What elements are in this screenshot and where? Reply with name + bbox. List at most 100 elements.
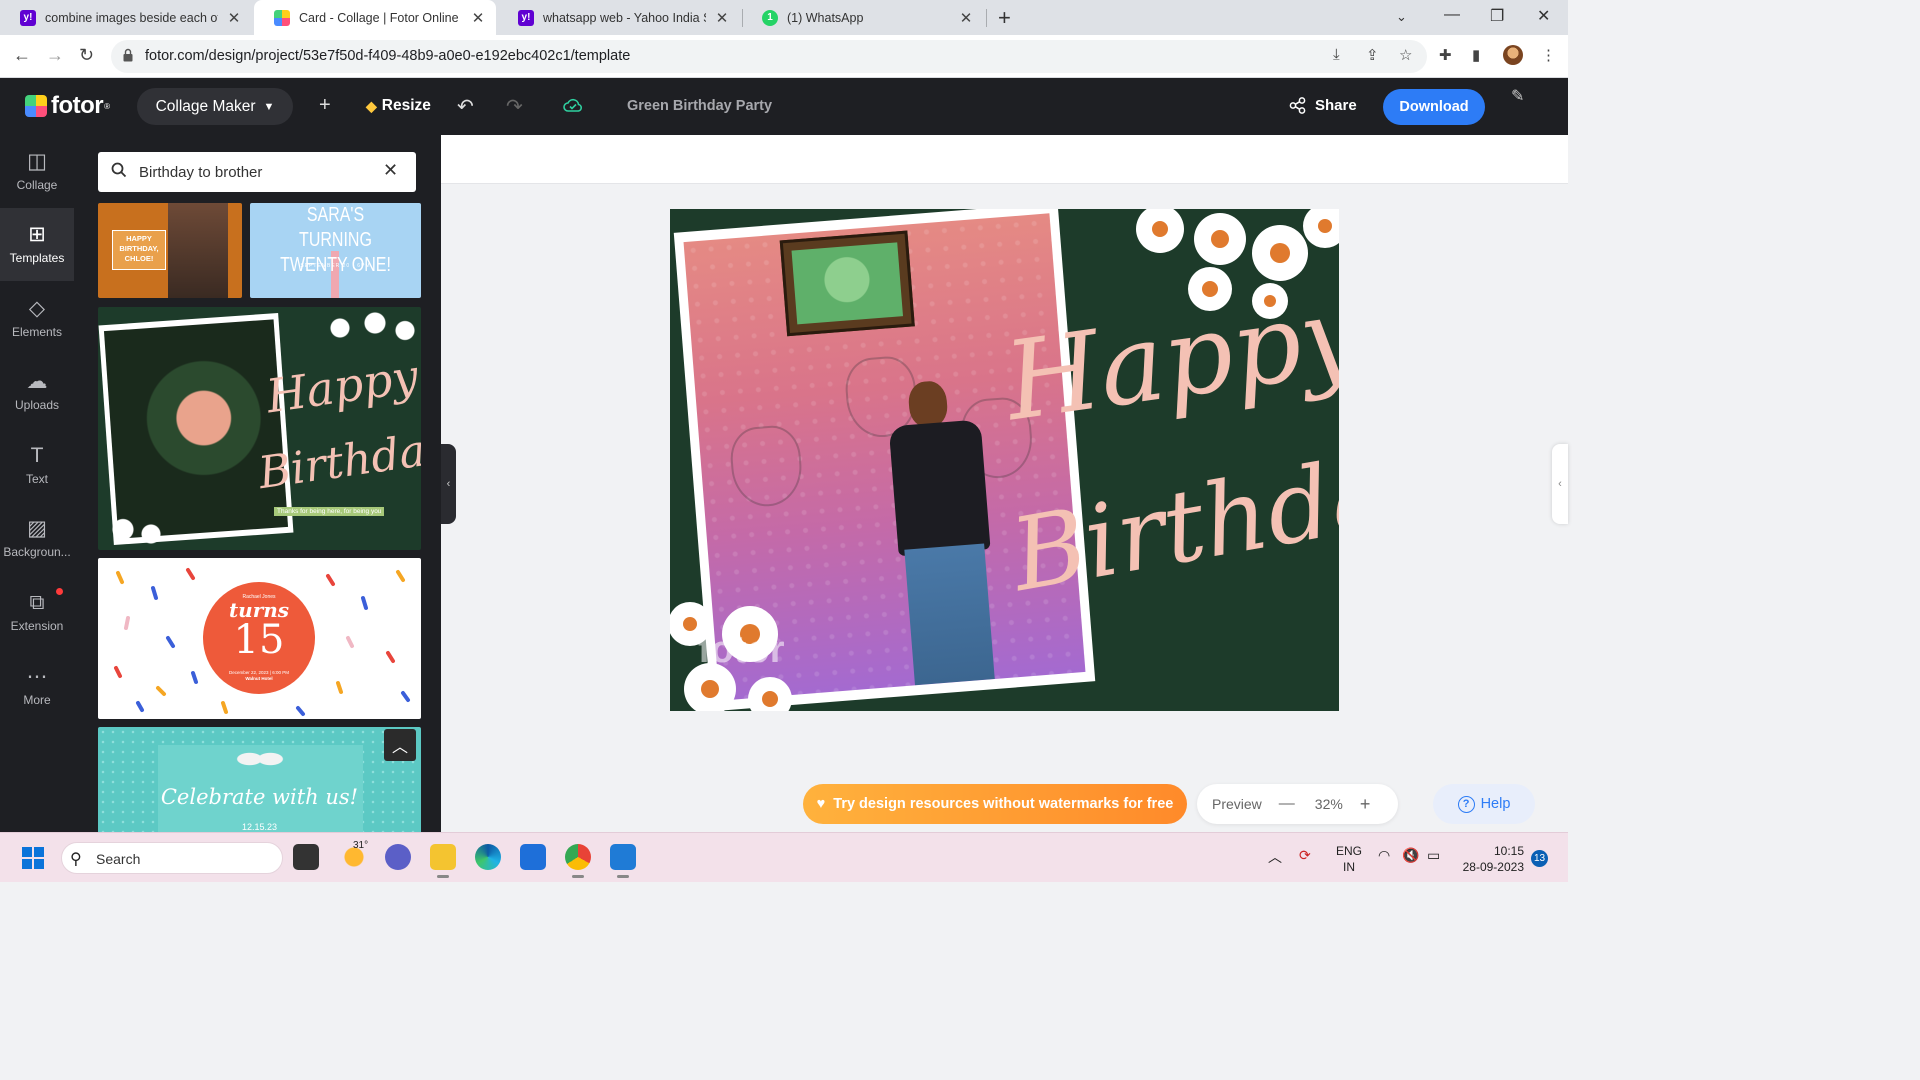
- rail-item-extension[interactable]: ⧉ Extension: [0, 576, 74, 649]
- resize-button[interactable]: ◆ Resize: [366, 97, 431, 115]
- edit-pen-icon[interactable]: ✎: [1511, 86, 1524, 106]
- bookmark-star-icon[interactable]: ☆: [1399, 46, 1412, 64]
- template-date: December 22, 2023 | 6:00 PM: [229, 670, 289, 675]
- share-page-icon[interactable]: ⇪: [1366, 46, 1379, 64]
- battery-icon[interactable]: ▭: [1427, 847, 1440, 864]
- sync-icon[interactable]: ⟳: [1299, 847, 1311, 864]
- add-icon[interactable]: +: [319, 94, 331, 117]
- template-thumbnail[interactable]: HAPPY BIRTHDAY, CHLOE!: [98, 203, 242, 298]
- redo-icon[interactable]: ↷: [506, 94, 523, 119]
- taskbar-search[interactable]: ⚲ Search: [61, 842, 283, 874]
- zoom-controls: Preview — 32% +: [1197, 784, 1398, 824]
- templates-icon: ⊞: [28, 223, 46, 246]
- zoom-out-icon[interactable]: —: [1279, 795, 1295, 813]
- close-tab-icon[interactable]: ✕: [714, 9, 730, 27]
- tab-separator: [986, 9, 987, 27]
- template-thumbnail-celebrate[interactable]: Celebrate with us! 12.15.23 ︿: [98, 727, 421, 832]
- restore-icon[interactable]: ❐: [1490, 6, 1504, 26]
- browser-tab[interactable]: 1 (1) WhatsApp ✕: [742, 0, 984, 35]
- notification-badge[interactable]: 13: [1531, 850, 1548, 867]
- editor-header: fotor ® Collage Maker ▼ + ◆ Resize ↶ ↷ Gr…: [0, 78, 1568, 135]
- clock[interactable]: 10:15 28-09-2023: [1460, 843, 1524, 875]
- browser-tab-active[interactable]: Card - Collage | Fotor Online Co ✕: [254, 0, 496, 35]
- reload-icon[interactable]: ↻: [79, 45, 94, 66]
- browser-tab[interactable]: y! combine images beside each ot ✕: [0, 0, 252, 35]
- edge-icon[interactable]: [475, 844, 501, 870]
- clock-time: 10:15: [1493, 844, 1524, 858]
- side-panel-icon[interactable]: ▮: [1472, 46, 1480, 64]
- tab-title: combine images beside each ot: [45, 10, 218, 25]
- profile-avatar[interactable]: [1503, 45, 1523, 65]
- template-thumbnail[interactable]: SARA'S TURNING TWENTY ONE! SEPTEMBER 20 …: [250, 203, 421, 298]
- weather-icon[interactable]: 31°: [341, 840, 368, 870]
- tab-search-icon[interactable]: ⌄: [1396, 9, 1407, 25]
- tab-title: (1) WhatsApp: [787, 10, 864, 25]
- collage-icon: ◫: [27, 150, 47, 173]
- url-omnibox[interactable]: fotor.com/design/project/53e7f50d-f409-4…: [111, 40, 1427, 73]
- cloud-saved-icon[interactable]: [563, 97, 583, 113]
- design-canvas[interactable]: Happy Birthday fotor: [670, 209, 1339, 711]
- expand-right-panel-icon[interactable]: ‹: [1552, 444, 1568, 524]
- share-button[interactable]: Share: [1289, 97, 1357, 114]
- store-icon[interactable]: [520, 844, 546, 870]
- template-date: 12.15.23: [241, 822, 278, 832]
- rail-item-collage[interactable]: ◫ Collage: [0, 135, 74, 208]
- collapse-panel-icon[interactable]: ‹: [441, 444, 456, 524]
- url-text: fotor.com/design/project/53e7f50d-f409-4…: [145, 48, 631, 64]
- mode-label: Collage Maker: [155, 97, 256, 115]
- template-thumbnail-happy-birthday[interactable]: Happy Birthday Thanks for being here, fo…: [98, 307, 421, 550]
- back-icon[interactable]: ←: [13, 45, 31, 66]
- rail-item-background[interactable]: ▨ Backgroun...: [0, 502, 74, 575]
- search-input[interactable]: [139, 160, 379, 184]
- scroll-to-top-icon[interactable]: ︿: [384, 729, 416, 761]
- zoom-in-icon[interactable]: +: [1360, 794, 1371, 815]
- mode-dropdown[interactable]: Collage Maker ▼: [137, 88, 293, 125]
- template-text: HAPPY BIRTHDAY, CHLOE!: [112, 230, 166, 270]
- install-icon[interactable]: ⤓: [1333, 46, 1340, 63]
- rail-label: Collage: [16, 178, 58, 192]
- template-thumbnail-turns-15[interactable]: Rachael Jones turns 15 December 22, 2023…: [98, 558, 421, 719]
- rail-item-more[interactable]: ⋯ More: [0, 650, 74, 723]
- windows-start-icon[interactable]: [22, 847, 44, 869]
- download-button[interactable]: Download: [1383, 89, 1485, 125]
- teams-chat-icon[interactable]: [385, 844, 411, 870]
- watermark-free-promo-button[interactable]: ♥ Try design resources without watermark…: [803, 784, 1187, 824]
- help-button[interactable]: ? Help: [1433, 784, 1535, 824]
- yahoo-icon: y!: [518, 9, 534, 26]
- rail-item-text[interactable]: T Text: [0, 429, 74, 502]
- close-tab-icon[interactable]: ✕: [958, 9, 974, 27]
- chrome-menu-icon[interactable]: ⋮: [1541, 46, 1556, 64]
- task-view-icon[interactable]: [293, 844, 319, 870]
- tray-overflow-icon[interactable]: ︿: [1268, 847, 1282, 867]
- windows-taskbar: ⚲ Search 31° ︿ ⟳ ENG IN ◠ 🔇 ▭ 10:15 28-0…: [0, 832, 1568, 882]
- file-explorer-icon[interactable]: [430, 844, 456, 878]
- zoom-level[interactable]: 32%: [1315, 796, 1343, 812]
- more-icon: ⋯: [26, 665, 48, 688]
- close-window-icon[interactable]: ✕: [1537, 6, 1550, 26]
- template-number: 15: [233, 617, 285, 663]
- rail-item-uploads[interactable]: ☁ Uploads: [0, 355, 74, 428]
- close-tab-icon[interactable]: ✕: [470, 9, 486, 27]
- wifi-icon[interactable]: ◠: [1378, 847, 1390, 864]
- close-tab-icon[interactable]: ✕: [226, 9, 242, 27]
- browser-tab[interactable]: y! whatsapp web - Yahoo India Sea ✕: [498, 0, 740, 35]
- document-title[interactable]: Green Birthday Party: [627, 98, 772, 114]
- new-tab-icon[interactable]: +: [998, 5, 1011, 31]
- minimize-icon[interactable]: —: [1444, 6, 1460, 24]
- rail-item-elements[interactable]: ◇ Elements: [0, 282, 74, 355]
- preview-button[interactable]: Preview: [1212, 796, 1262, 812]
- language-indicator[interactable]: ENG IN: [1336, 843, 1362, 875]
- workspace-top-bar: [441, 135, 1568, 184]
- forward-icon[interactable]: →: [46, 45, 64, 66]
- rail-label: Extension: [10, 619, 64, 633]
- volume-muted-icon[interactable]: 🔇: [1402, 847, 1419, 864]
- undo-icon[interactable]: ↶: [457, 94, 474, 119]
- extensions-icon[interactable]: ✚: [1439, 46, 1452, 64]
- clear-search-icon[interactable]: ✕: [383, 160, 398, 181]
- left-tool-rail: ◫ Collage ⊞ Templates ◇ Elements ☁ Uploa…: [0, 135, 74, 832]
- help-label: Help: [1480, 796, 1511, 812]
- rail-item-templates[interactable]: ⊞ Templates: [0, 208, 74, 281]
- fotor-logo[interactable]: fotor ®: [25, 92, 110, 120]
- chrome-icon[interactable]: [565, 844, 591, 878]
- photos-icon[interactable]: [610, 844, 636, 878]
